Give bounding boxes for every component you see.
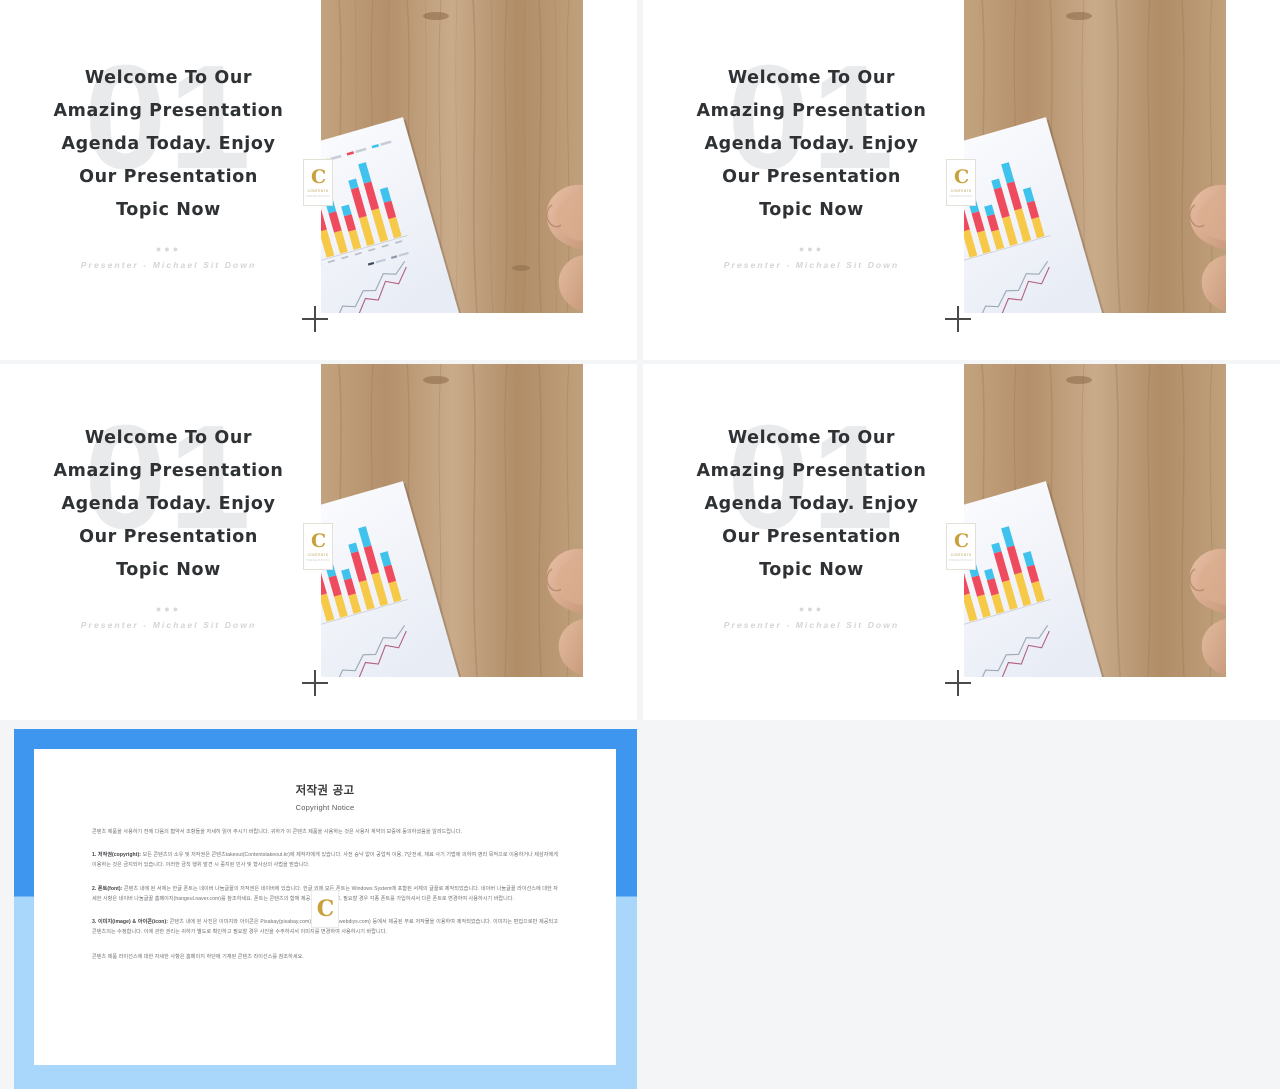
empty-canvas-area (640, 722, 1280, 1089)
copyright-watermark-logo: C (311, 890, 339, 928)
slide-title: Welcome To Our Amazing Presentation Agen… (643, 422, 980, 587)
slide-title: Welcome To Our Amazing Presentation Agen… (643, 62, 980, 227)
slide-title-line: Welcome To Our (84, 68, 253, 88)
slide-title-line: Agenda Today. Enjoy (61, 494, 276, 514)
slide-photo (964, 0, 1226, 313)
slide-title-line: Agenda Today. Enjoy (61, 134, 276, 154)
slide-thumbnail-4[interactable]: 01 Welcome To Our Amazing Presentation A… (643, 364, 1280, 720)
slide-thumbnail-2[interactable]: 01 Welcome To Our Amazing Presentation A… (643, 0, 1280, 360)
slide-title-line: Amazing Presentation (53, 461, 284, 481)
brand-line-2: PRESENTATION (306, 194, 330, 198)
slide-title-line: Topic Now (116, 200, 221, 220)
slide-logo-card: C CONTENTS PRESENTATION (946, 523, 976, 570)
brand-line-1: CONTENTS (307, 189, 329, 193)
slide-logo-card: C CONTENTS PRESENTATION (946, 159, 976, 206)
copyright-item-1: 1. 저작권(copyright): 모든 콘텐츠의 소유 및 저작권은 콘텐츠… (92, 850, 558, 870)
slide-text-block: 01 Welcome To Our Amazing Presentation A… (643, 44, 980, 312)
plus-marker-icon (302, 670, 328, 696)
slide-thumbnail-3[interactable]: 01 Welcome To Our Amazing Presentation A… (0, 364, 637, 720)
slide-photo (321, 0, 583, 313)
slide-title-line: Topic Now (759, 200, 864, 220)
plus-marker-icon (302, 306, 328, 332)
decorative-dots: ●●● (798, 244, 825, 254)
copyright-footer-paragraph: 콘텐츠 제품 라이선스에 대한 자세한 사항은 홈페이지 하단에 기재된 콘텐츠… (92, 954, 304, 961)
slide-title-line: Amazing Presentation (696, 461, 927, 481)
brand-c-icon: C (310, 165, 326, 188)
slide-photo (321, 364, 583, 677)
slide-title-line: Amazing Presentation (696, 101, 927, 121)
copyright-notice-card: 저작권 공고 Copyright Notice 콘텐츠 제품을 사용하기 전에 … (34, 749, 616, 1065)
decorative-dots: ●●● (798, 604, 825, 614)
slide-title-line: Welcome To Our (727, 428, 896, 448)
plus-marker-icon (945, 670, 971, 696)
slide-text-block: 01 Welcome To Our Amazing Presentation A… (0, 404, 337, 672)
copyright-item-3-label: 3. 이미지(image) & 아이콘(icon): (92, 919, 168, 926)
brand-line-1: CONTENTS (950, 553, 972, 557)
brand-c-icon: C (316, 896, 334, 922)
slide-thumbnail-1[interactable]: 01 Welcome To Our Amazing Presentation A… (0, 0, 637, 360)
brand-line-2: PRESENTATION (949, 194, 973, 198)
slide-title-line: Our Presentation (79, 167, 258, 187)
slide-title-line: Agenda Today. Enjoy (704, 494, 919, 514)
copyright-item-1-text: 모든 콘텐츠의 소유 및 저작권은 콘텐츠takeout(Contentstak… (92, 852, 558, 869)
slide-photo (964, 364, 1226, 677)
decorative-dots: ●●● (155, 604, 182, 614)
slide-presenter-label: Presenter - Michael Sit Down (80, 620, 257, 630)
slide-text-block: 01 Welcome To Our Amazing Presentation A… (643, 404, 980, 672)
template-preview-page: 01 Welcome To Our Amazing Presentation A… (0, 0, 1280, 1089)
slide-title-line: Topic Now (759, 560, 864, 580)
slide-title-line: Welcome To Our (84, 428, 253, 448)
copyright-title-ko: 저작권 공고 (295, 783, 355, 797)
slide-thumbnail-grid: 01 Welcome To Our Amazing Presentation A… (0, 0, 1280, 720)
slide-title-line: Topic Now (116, 560, 221, 580)
slide-title: Welcome To Our Amazing Presentation Agen… (0, 62, 337, 227)
decorative-dots: ●●● (155, 244, 182, 254)
slide-title-line: Agenda Today. Enjoy (704, 134, 919, 154)
slide-logo-card: C CONTENTS PRESENTATION (303, 523, 333, 570)
slide-text-block: 01 Welcome To Our Amazing Presentation A… (0, 44, 337, 312)
brand-c-icon: C (953, 165, 969, 188)
brand-line-2: PRESENTATION (306, 558, 330, 562)
slide-title-line: Welcome To Our (727, 68, 896, 88)
slide-logo-card: C CONTENTS PRESENTATION (303, 159, 333, 206)
copyright-notice-panel[interactable]: 저작권 공고 Copyright Notice 콘텐츠 제품을 사용하기 전에 … (14, 729, 637, 1089)
brand-c-icon: C (953, 529, 969, 552)
copyright-intro-paragraph: 콘텐츠 제품을 사용하기 전에 다음의 협약서 조항들을 자세히 읽어 주시기 … (92, 829, 462, 835)
slide-title-line: Our Presentation (722, 167, 901, 187)
slide-title-line: Amazing Presentation (53, 101, 284, 121)
copyright-item-1-label: 1. 저작권(copyright): (92, 852, 141, 859)
plus-marker-icon (945, 306, 971, 332)
brand-line-1: CONTENTS (950, 189, 972, 193)
slide-presenter-label: Presenter - Michael Sit Down (723, 260, 900, 270)
brand-line-2: PRESENTATION (949, 558, 973, 562)
slide-presenter-label: Presenter - Michael Sit Down (723, 620, 900, 630)
copyright-item-2-label: 2. 폰트(font): (92, 885, 123, 892)
slide-title-line: Our Presentation (79, 527, 258, 547)
slide-presenter-label: Presenter - Michael Sit Down (80, 260, 257, 270)
slide-title: Welcome To Our Amazing Presentation Agen… (0, 422, 337, 587)
slide-title-line: Our Presentation (722, 527, 901, 547)
brand-c-icon: C (310, 529, 326, 552)
brand-line-1: CONTENTS (307, 553, 329, 557)
copyright-title-en: Copyright Notice (295, 803, 355, 812)
